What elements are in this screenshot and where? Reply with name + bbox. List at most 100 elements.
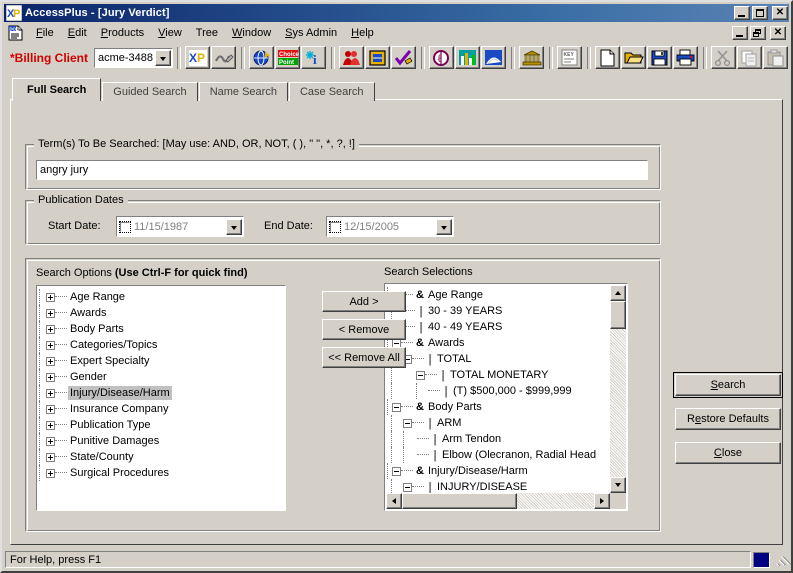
menu-item-tree[interactable]: Tree [189, 25, 225, 41]
keyword-doc-icon[interactable]: KEY [557, 46, 582, 69]
new-file-icon[interactable] [595, 46, 620, 69]
print-icon[interactable] [673, 46, 698, 69]
check-pen-icon[interactable] [391, 46, 416, 69]
maximize-button[interactable] [752, 6, 768, 20]
tree-item[interactable]: Body Parts [39, 321, 285, 337]
collapse-icon[interactable] [392, 402, 401, 412]
expand-icon[interactable] [46, 372, 55, 382]
expand-icon[interactable] [46, 436, 55, 446]
end-date-checkbox[interactable] [329, 220, 341, 233]
selections-vertical-scrollbar[interactable] [610, 285, 626, 493]
mdi-restore-button[interactable] [750, 26, 766, 40]
minimize-button[interactable] [734, 6, 750, 20]
tab-name-search[interactable]: Name Search [198, 82, 288, 101]
tree-item-selected[interactable]: Injury/Disease/Harm [39, 385, 285, 401]
close-dialog-button[interactable]: Close [675, 442, 781, 464]
calendar-dropdown-icon[interactable] [436, 218, 452, 235]
tree-item[interactable]: | (T) $500,000 - $999,999 [387, 383, 610, 399]
expand-icon[interactable] [46, 324, 55, 334]
signature-icon[interactable] [211, 46, 236, 69]
start-date-checkbox[interactable] [119, 220, 131, 233]
collapse-icon[interactable] [392, 466, 401, 476]
tree-item[interactable]: Awards [39, 305, 285, 321]
tree-item[interactable]: Insurance Company [39, 401, 285, 417]
expand-icon[interactable] [46, 468, 55, 478]
tree-item[interactable]: Publication Type [39, 417, 285, 433]
tree-item[interactable]: | 40 - 49 YEARS [387, 319, 610, 335]
tab-guided-search[interactable]: Guided Search [102, 82, 198, 101]
globe-icon[interactable] [249, 46, 274, 69]
expand-icon[interactable] [46, 388, 55, 398]
start-date-picker[interactable]: 11/15/1987 [116, 216, 244, 237]
collapse-icon[interactable] [403, 418, 412, 428]
tree-item[interactable]: | 30 - 39 YEARS [387, 303, 610, 319]
scroll-up-button[interactable] [610, 285, 626, 301]
scroll-left-button[interactable] [386, 493, 402, 509]
radar-icon[interactable] [481, 46, 506, 69]
accessplus-xp-icon[interactable]: X P [185, 46, 210, 69]
search-button[interactable]: Search [673, 372, 783, 398]
courthouse-icon[interactable] [519, 46, 544, 69]
menu-item-view[interactable]: View [151, 25, 189, 41]
search-options-tree[interactable]: Age Range Awards Body Parts Categories/T… [36, 285, 286, 511]
mdi-minimize-button[interactable] [732, 26, 748, 40]
choicepoint-icon[interactable]: Choice Point [275, 46, 300, 69]
save-disk-icon[interactable] [647, 46, 672, 69]
expand-icon[interactable] [46, 340, 55, 350]
tree-item[interactable]: & Age Range [387, 287, 610, 303]
document-doc-icon[interactable]: DOC [7, 25, 25, 41]
billing-client-combobox[interactable]: acme-3488 [94, 47, 173, 68]
chart-city-icon[interactable] [455, 46, 480, 69]
tree-item[interactable]: Punitive Damages [39, 433, 285, 449]
remove-all-button[interactable]: << Remove All [322, 347, 406, 368]
tree-item[interactable]: | INJURY/DISEASE [387, 479, 610, 493]
tree-item[interactable]: Categories/Topics [39, 337, 285, 353]
tree-item[interactable]: Gender [39, 369, 285, 385]
tree-item[interactable]: & Body Parts [387, 399, 610, 415]
circle-b-icon[interactable]: ℓ [429, 46, 454, 69]
expand-icon[interactable] [46, 308, 55, 318]
end-date-picker[interactable]: 12/15/2005 [326, 216, 454, 237]
add-button[interactable]: Add > [322, 291, 406, 312]
expand-icon[interactable] [46, 292, 55, 302]
tree-item[interactable]: Age Range [39, 289, 285, 305]
scroll-right-button[interactable] [594, 493, 610, 509]
expand-icon[interactable] [46, 452, 55, 462]
tree-item[interactable]: & Injury/Disease/Harm [387, 463, 610, 479]
form-icon[interactable] [365, 46, 390, 69]
tree-item[interactable]: Expert Specialty [39, 353, 285, 369]
tree-item[interactable]: | TOTAL [387, 351, 610, 367]
search-selections-tree[interactable]: & Age Range | 30 - 39 YEARS | 40 - 49 YE… [384, 283, 628, 511]
collapse-icon[interactable] [416, 370, 425, 380]
tree-item[interactable]: | TOTAL MONETARY [387, 367, 610, 383]
scrollbar-thumb[interactable] [402, 493, 517, 509]
menu-item-window[interactable]: Window [225, 25, 278, 41]
tree-item[interactable]: & Awards [387, 335, 610, 351]
collapse-icon[interactable] [403, 482, 412, 492]
selections-horizontal-scrollbar[interactable] [386, 493, 610, 509]
menu-item-edit[interactable]: Edit [61, 25, 94, 41]
cut-scissors-icon[interactable] [711, 46, 736, 69]
tree-item[interactable]: State/County [39, 449, 285, 465]
tree-item[interactable]: Surgical Procedures [39, 465, 285, 481]
expand-icon[interactable] [46, 356, 55, 366]
tree-item[interactable]: | Arm Tendon [387, 431, 610, 447]
tab-full-search[interactable]: Full Search [12, 78, 102, 101]
info-star-icon[interactable]: i [301, 46, 326, 69]
mdi-close-button[interactable]: ✕ [770, 26, 786, 40]
scroll-down-button[interactable] [610, 477, 626, 493]
resize-grip-icon[interactable] [773, 553, 790, 567]
scrollbar-thumb[interactable] [610, 301, 626, 329]
search-terms-input[interactable]: angry jury [36, 160, 648, 180]
menu-item-file[interactable]: File [29, 25, 61, 41]
tree-item[interactable]: | ARM [387, 415, 610, 431]
expand-icon[interactable] [46, 420, 55, 430]
expand-icon[interactable] [46, 404, 55, 414]
tab-case-search[interactable]: Case Search [288, 82, 375, 101]
people-red-icon[interactable] [339, 46, 364, 69]
chevron-down-icon[interactable] [155, 49, 171, 66]
copy-icon[interactable] [737, 46, 762, 69]
tree-item[interactable]: | Elbow (Olecranon, Radial Head [387, 447, 610, 463]
restore-defaults-button[interactable]: Restore Defaults [675, 408, 781, 430]
close-button[interactable]: ✕ [772, 6, 788, 20]
